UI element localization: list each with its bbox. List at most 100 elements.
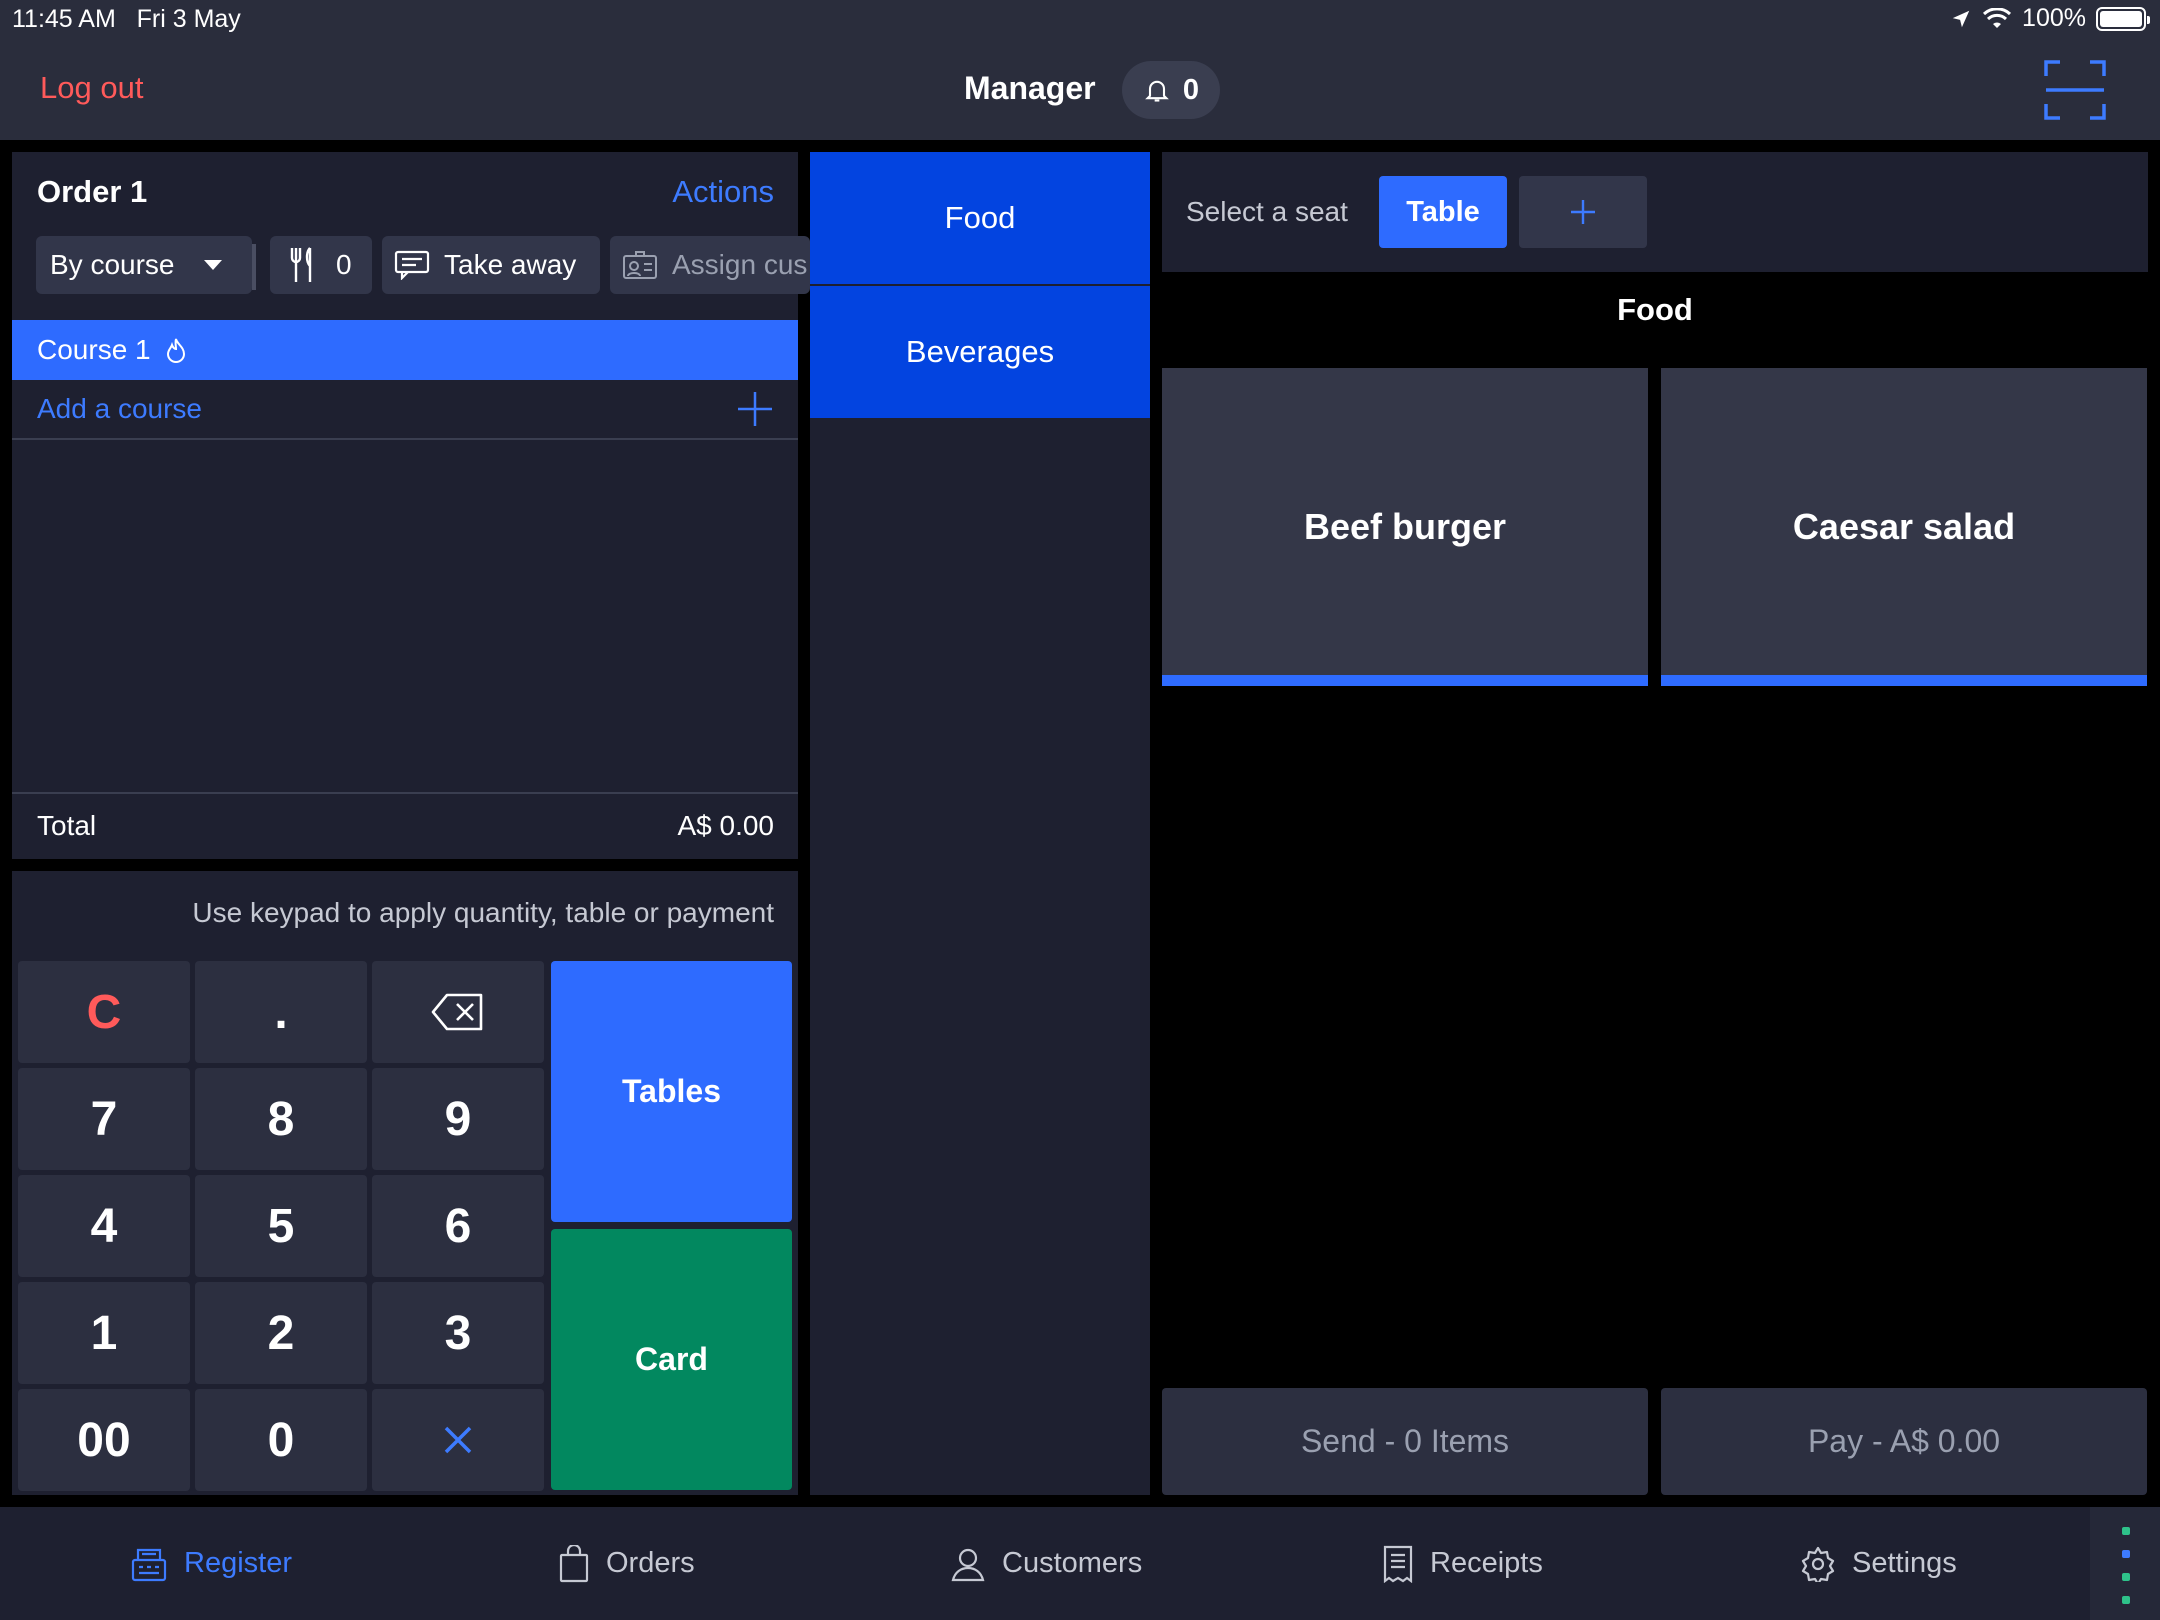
clock-text: 11:45 AM [12,5,116,33]
order-mode-dropdown[interactable]: By course [36,236,252,294]
date-text: Fri 3 May [136,5,241,33]
logout-button[interactable]: Log out [40,70,143,106]
wifi-icon [1983,7,2012,28]
category-beverages[interactable]: Beverages [810,286,1150,418]
plus-icon [738,392,772,426]
cutlery-icon [290,247,312,282]
tab-register[interactable]: Register [130,1507,292,1620]
bell-icon [1145,80,1169,102]
top-header: Log out Manager 0 [0,40,2160,140]
more-menu-handle[interactable] [2090,1507,2160,1620]
chevron-down-icon [204,260,222,270]
assign-customer-label: Assign cus [672,249,808,280]
status-time: 11:45 AM Fri 3 May [12,5,241,34]
keypad-hint: Use keypad to apply quantity, table or p… [192,897,774,928]
plus-icon [1571,200,1595,224]
takeaway-icon [394,250,430,280]
notification-count: 0 [1182,73,1200,106]
receipt-icon [1383,1545,1413,1583]
actions-button[interactable]: Actions [672,174,774,210]
key-3[interactable]: 3 [372,1282,544,1384]
course-row[interactable]: Course 1 [12,320,798,380]
tab-settings[interactable]: Settings [1800,1507,1957,1620]
total-label: Total [37,810,97,841]
flame-icon [166,338,185,363]
decimal-key[interactable]: . [195,961,367,1063]
customer-card-icon [623,251,657,279]
notifications-button[interactable]: 0 [1122,61,1220,119]
send-button[interactable]: Send - 0 Items [1162,1388,1648,1495]
scan-icon[interactable] [2044,60,2106,120]
order-panel: Order 1 Actions By course 0 Take away As… [12,152,810,859]
multiply-icon [444,1426,472,1454]
bottom-tab-bar: Register Orders Customers Receipts Setti… [0,1507,2160,1620]
bag-icon [559,1544,589,1582]
gear-icon [1801,1546,1835,1582]
order-title: Order 1 [37,174,148,209]
location-icon [1952,10,1970,27]
tab-label: Orders [606,1547,695,1579]
order-mode-label: By course [50,249,175,280]
tab-receipts[interactable]: Receipts [1382,1507,1543,1620]
product-color-bar [1661,675,2147,686]
guests-count: 0 [336,249,352,280]
tables-button[interactable]: Tables [551,961,792,1222]
divider [252,244,256,290]
take-away-button[interactable]: Take away [382,236,600,294]
key-8[interactable]: 8 [195,1068,367,1170]
seat-bar: Select a seat Table [1162,152,2148,272]
key-0[interactable]: 0 [195,1389,367,1491]
key-00[interactable]: 00 [18,1389,190,1491]
key-6[interactable]: 6 [372,1175,544,1277]
backspace-icon [431,993,483,1031]
key-1[interactable]: 1 [18,1282,190,1384]
course-label: Course 1 [37,334,151,365]
assign-customer-button[interactable]: Assign cus [610,236,810,294]
register-icon [131,1548,167,1581]
product-color-bar [1162,675,1648,686]
tab-label: Receipts [1430,1547,1543,1579]
take-away-label: Take away [444,249,577,280]
tab-label: Customers [1002,1547,1143,1579]
product-name: Beef burger [1303,506,1507,547]
add-course-label: Add a course [37,393,202,424]
table-seat-button[interactable]: Table [1379,176,1507,248]
select-seat-label: Select a seat [1186,196,1348,227]
key-4[interactable]: 4 [18,1175,190,1277]
add-course-row[interactable]: Add a course [12,380,798,440]
key-5[interactable]: 5 [195,1175,367,1277]
user-name: Manager [964,70,1096,106]
product-name: Caesar salad [1792,506,2016,547]
category-panel: Food Beverages [810,152,1150,1495]
pay-button[interactable]: Pay - A$ 0.00 [1661,1388,2147,1495]
tab-orders[interactable]: Orders [558,1507,695,1620]
tab-label: Register [184,1547,292,1579]
product-tile[interactable]: Caesar salad [1661,368,2147,686]
category-food[interactable]: Food [810,152,1150,284]
dot [2122,1527,2130,1535]
tab-customers[interactable]: Customers [950,1507,1142,1620]
product-grid-title: Food [1617,292,1693,327]
battery-icon [2096,6,2150,31]
add-seat-button[interactable] [1519,176,1647,248]
card-button[interactable]: Card [551,1229,792,1490]
order-total: Total A$ 0.00 [12,792,798,859]
dot [2122,1573,2130,1581]
keypad-panel: Use keypad to apply quantity, table or p… [12,871,798,1495]
key-2[interactable]: 2 [195,1282,367,1384]
backspace-key[interactable] [372,961,544,1063]
total-value: A$ 0.00 [677,810,774,841]
guests-button[interactable]: 0 [270,236,372,294]
status-bar: 11:45 AM Fri 3 May 100% [0,0,2160,40]
dot [2122,1596,2130,1604]
battery-percent: 100% [2022,4,2086,32]
key-7[interactable]: 7 [18,1068,190,1170]
dot [2122,1550,2130,1558]
customers-icon [951,1548,985,1581]
status-icons: 100% [1950,4,2150,33]
key-9[interactable]: 9 [372,1068,544,1170]
product-tile[interactable]: Beef burger [1162,368,1648,686]
multiply-key[interactable] [372,1389,544,1491]
tab-label: Settings [1852,1547,1957,1579]
clear-key[interactable]: C [18,961,190,1063]
